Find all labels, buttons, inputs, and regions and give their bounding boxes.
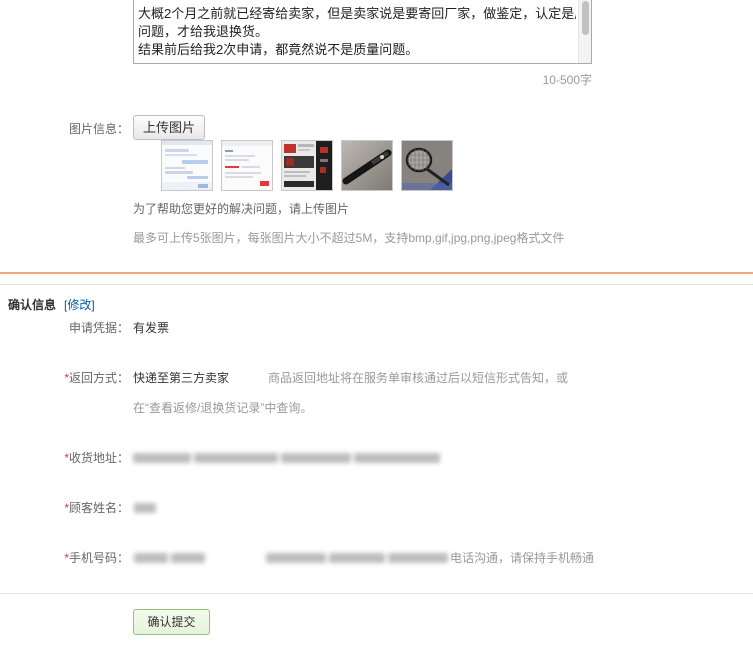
uploaded-thumbnail-2[interactable] (221, 140, 273, 191)
proof-value: 有发票 (133, 321, 170, 335)
address-label-text: 收货地址： (68, 451, 129, 465)
edit-link[interactable]: [修改] (64, 297, 95, 313)
thumbnail-image (222, 141, 272, 190)
redacted-bar (266, 553, 326, 563)
thumbnail-image (342, 141, 392, 190)
thumbnail-image (282, 141, 332, 190)
redacted-bar (329, 553, 385, 563)
address-label: *收货地址： (0, 450, 129, 466)
return-method-note-continued: 在“查看返修/退换货记录”中查询。 (133, 401, 313, 415)
problem-description-textarea[interactable]: 大概2个月之前就已经寄给卖家，但是卖家说是要寄回厂家，做鉴定，认定是质量 问题，… (133, 0, 592, 64)
return-method-value: 快递至第三方卖家 (133, 371, 230, 385)
confirm-info-title: 确认信息 (8, 298, 57, 312)
textarea-scroll-thumb[interactable] (582, 1, 589, 35)
redacted-bar (134, 553, 168, 563)
phone-number-redacted (134, 551, 206, 565)
redacted-bar (354, 453, 440, 463)
footer-divider (0, 593, 753, 594)
redacted-bar (194, 453, 278, 463)
proof-label: 申请凭据： (0, 320, 129, 336)
description-line: 大概2个月之前就已经寄给卖家，但是卖家说是要寄回厂家，做鉴定，认定是质量 (138, 6, 576, 21)
problem-description-text: 大概2个月之前就已经寄给卖家，但是卖家说是要寄回厂家，做鉴定，认定是质量 问题，… (138, 5, 576, 59)
return-method-label-text: 返回方式： (68, 371, 129, 385)
upload-image-button[interactable]: 上传图片 (133, 115, 205, 140)
confirm-submit-button[interactable]: 确认提交 (133, 609, 210, 635)
phone-label-text: 手机号码： (68, 551, 129, 565)
phone-label: *手机号码： (0, 550, 129, 566)
textarea-scrollbar[interactable] (578, 0, 591, 63)
description-line: 问题，才给我退换货。 (138, 24, 269, 39)
return-method-note: 商品返回地址将在服务单审核通过后以短信形式告知，或 (268, 371, 569, 385)
return-method-label: *返回方式： (0, 370, 129, 386)
image-info-label: 图片信息： (68, 122, 129, 136)
customer-name-label-text: 顾客姓名： (68, 501, 129, 515)
customer-name-label: *顾客姓名： (0, 500, 129, 516)
address-redacted (133, 451, 441, 465)
redacted-bar (134, 503, 156, 513)
redacted-bar (171, 553, 205, 563)
phone-note: 电话沟通，请保持手机畅通 (450, 551, 595, 565)
uploaded-thumbnail-5[interactable] (401, 140, 453, 191)
thumbnail-image (162, 141, 212, 190)
thumbnail-image (402, 141, 452, 190)
description-line: 结果前后给我2次申请，都竟然说不是质量问题。 (138, 42, 419, 57)
char-limit-hint: 10-500字 (542, 73, 592, 87)
proof-label-text: 申请凭据： (68, 321, 129, 335)
section-divider (0, 284, 753, 285)
upload-help-text: 为了帮助您更好的解决问题，请上传图片 (133, 202, 350, 216)
uploaded-thumbnail-3[interactable] (281, 140, 333, 191)
uploaded-thumbnail-1[interactable] (161, 140, 213, 191)
customer-name-redacted (134, 501, 158, 515)
redacted-bar (133, 453, 191, 463)
redacted-bar (281, 453, 351, 463)
upload-limit-text: 最多可上传5张图片，每张图片大小不超过5M，支持bmp,gif,jpg,png,… (133, 231, 565, 245)
phone-note-redacted (266, 551, 450, 565)
section-divider-accent (0, 272, 753, 274)
uploaded-thumbnail-4[interactable] (341, 140, 393, 191)
redacted-bar (388, 553, 448, 563)
